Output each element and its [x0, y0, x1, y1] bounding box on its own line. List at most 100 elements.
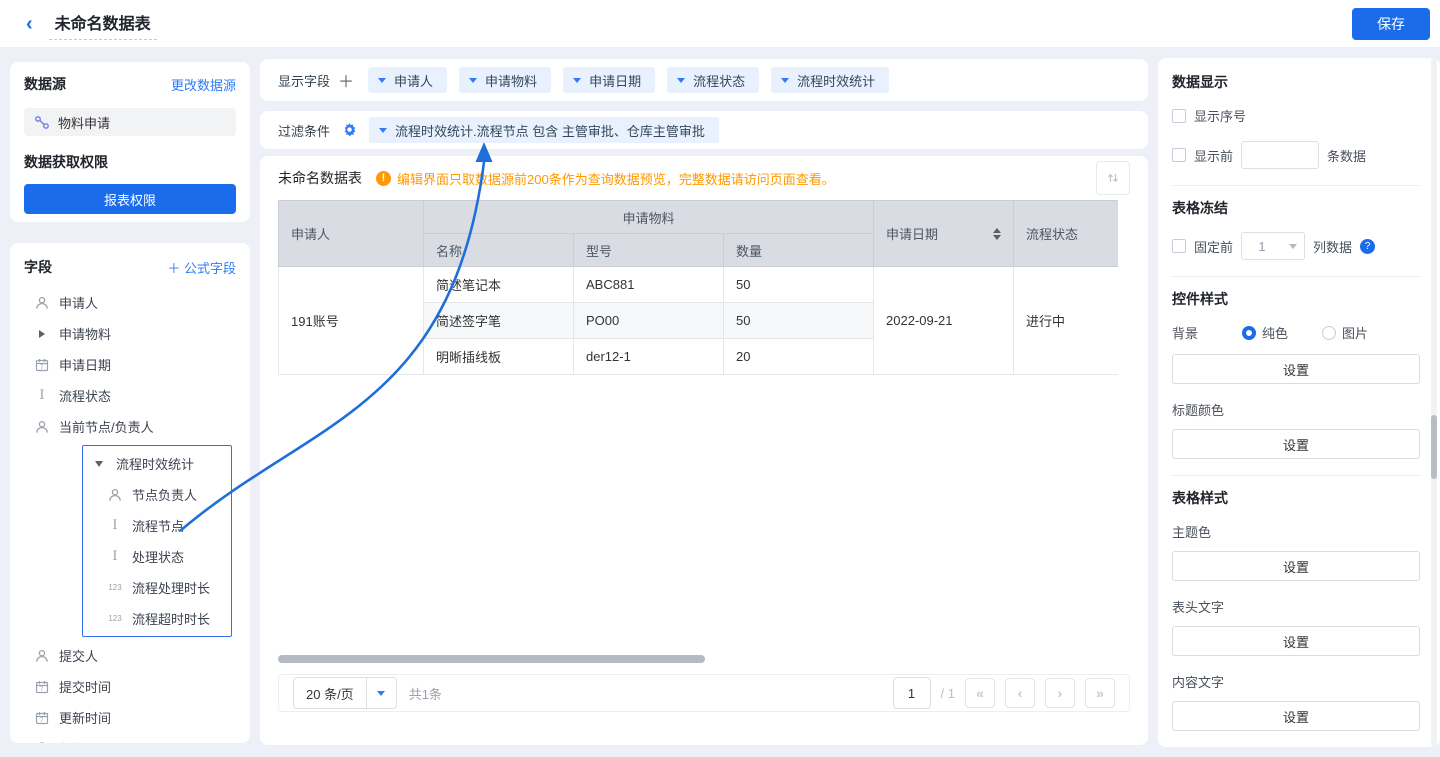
row-limit-input[interactable]	[1241, 141, 1319, 169]
chevron-down-icon[interactable]	[366, 678, 396, 708]
chevron-down-icon[interactable]	[1282, 244, 1304, 249]
page-number-input[interactable]	[893, 677, 931, 709]
col-header-name[interactable]: 名称	[424, 234, 574, 267]
title-color-set-button[interactable]: 设置	[1172, 429, 1420, 459]
field-item[interactable]: I 处理状态	[83, 541, 231, 572]
freeze-count-select[interactable]: 1	[1241, 232, 1305, 260]
chip-label: 申请物料	[485, 71, 537, 90]
cell-material-name: 简述签字笔	[424, 303, 574, 339]
cell-material-qty: 20	[724, 339, 874, 375]
table-row[interactable]: 191账号 简述笔记本 ABC881 50 2022-09-21 进行中	[279, 267, 1119, 303]
filter-condition-chip[interactable]: 流程时效统计.流程节点 包含 主管审批、仓库主管审批	[369, 117, 719, 143]
first-page-button[interactable]: «	[965, 678, 995, 708]
vertical-scrollbar[interactable]	[1431, 58, 1437, 747]
field-item[interactable]: 123 流程处理时长	[83, 572, 231, 603]
col-header-materials[interactable]: 申请物料	[424, 201, 874, 234]
field-item[interactable]: 7 提交时间	[24, 671, 236, 702]
table-panel: 未命名数据表 ! 编辑界面只取数据源前200条作为查询数据预览，完整数据请访问页…	[260, 156, 1148, 745]
header-text-set-button[interactable]: 设置	[1172, 626, 1420, 656]
field-item[interactable]: I 数据ID	[24, 733, 236, 743]
gear-icon[interactable]	[342, 123, 357, 138]
text-icon: I	[34, 388, 50, 403]
field-chip[interactable]: 流程时效统计	[771, 67, 889, 93]
field-label: 处理状态	[132, 547, 184, 566]
datasource-heading: 数据源	[24, 74, 66, 94]
chevron-down-icon[interactable]	[781, 78, 789, 83]
field-item[interactable]: 7 更新时间	[24, 702, 236, 733]
chevron-down-icon[interactable]	[677, 78, 685, 83]
data-display-heading: 数据显示	[1172, 72, 1420, 92]
cols-suffix-label: 列数据	[1313, 237, 1352, 256]
data-table[interactable]: 申请人 申请物料 申请日期 流程状态 名称 型号 数量 191账号	[278, 200, 1118, 375]
field-chip[interactable]: 流程状态	[667, 67, 759, 93]
last-page-button[interactable]: »	[1085, 678, 1115, 708]
datasource-item[interactable]: 物料申请	[24, 108, 236, 136]
cell-material-model: PO00	[574, 303, 724, 339]
col-header-qty[interactable]: 数量	[724, 234, 874, 267]
chevron-down-icon[interactable]	[379, 128, 387, 133]
theme-color-set-button[interactable]: 设置	[1172, 551, 1420, 581]
sort-toggle-icon[interactable]	[993, 228, 1001, 240]
solid-color-radio[interactable]	[1242, 326, 1256, 340]
background-set-button[interactable]: 设置	[1172, 354, 1420, 384]
chevron-down-icon[interactable]	[378, 78, 386, 83]
field-item[interactable]: 提交人	[24, 640, 236, 671]
widget-style-heading: 控件样式	[1172, 289, 1420, 309]
image-radio[interactable]	[1322, 326, 1336, 340]
horizontal-scrollbar[interactable]	[278, 655, 705, 663]
col-header-status[interactable]: 流程状态	[1014, 201, 1119, 267]
page-size-select[interactable]: 20 条/页	[293, 677, 397, 709]
help-icon[interactable]: ?	[1360, 239, 1375, 254]
change-datasource-link[interactable]: 更改数据源	[171, 75, 236, 94]
freeze-label: 固定前	[1194, 237, 1233, 256]
field-item[interactable]: 当前节点/负责人	[24, 411, 236, 442]
sort-order-button[interactable]	[1096, 161, 1130, 195]
filter-condition-text: 流程时效统计.流程节点 包含 主管审批、仓库主管审批	[395, 121, 705, 140]
field-item[interactable]: I 流程状态	[24, 380, 236, 411]
cell-material-model: ABC881	[574, 267, 724, 303]
content-text-set-button[interactable]: 设置	[1172, 701, 1420, 731]
show-first-checkbox[interactable]	[1172, 148, 1186, 162]
add-field-icon[interactable]: ＋	[338, 68, 354, 92]
col-header-applicant[interactable]: 申请人	[279, 201, 424, 267]
filter-bar: 过滤条件 流程时效统计.流程节点 包含 主管审批、仓库主管审批	[260, 111, 1148, 149]
col-header-model[interactable]: 型号	[574, 234, 724, 267]
next-page-button[interactable]: ›	[1045, 678, 1075, 708]
topbar: ‹ 未命名数据表 保存	[0, 0, 1440, 48]
field-group-header[interactable]: 流程时效统计	[83, 448, 231, 479]
page-title[interactable]: 未命名数据表	[49, 8, 157, 40]
report-permission-button[interactable]: 报表权限	[24, 184, 236, 214]
scrollbar-thumb[interactable]	[1431, 415, 1437, 479]
col-header-date[interactable]: 申请日期	[874, 201, 1014, 267]
freeze-heading: 表格冻结	[1172, 198, 1420, 218]
show-index-label: 显示序号	[1194, 106, 1246, 125]
field-item[interactable]: 节点负责人	[83, 479, 231, 510]
field-label: 申请人	[59, 293, 98, 312]
field-item[interactable]: 申请物料	[24, 318, 236, 349]
back-icon[interactable]: ‹	[26, 14, 33, 34]
field-item[interactable]: 申请人	[24, 287, 236, 318]
show-index-checkbox[interactable]	[1172, 109, 1186, 123]
field-chip[interactable]: 申请日期	[563, 67, 655, 93]
chip-label: 申请日期	[589, 71, 641, 90]
chevron-down-icon[interactable]	[573, 78, 581, 83]
field-item[interactable]: I 流程节点	[83, 510, 231, 541]
save-button[interactable]: 保存	[1352, 8, 1430, 40]
user-icon	[107, 488, 123, 502]
caret-right-icon[interactable]	[34, 330, 50, 338]
field-label: 当前节点/负责人	[59, 417, 154, 436]
field-item[interactable]: 7 申请日期	[24, 349, 236, 380]
field-chip[interactable]: 申请人	[368, 67, 447, 93]
field-chip[interactable]: 申请物料	[459, 67, 551, 93]
image-label: 图片	[1342, 323, 1368, 342]
solid-color-label: 纯色	[1262, 323, 1288, 342]
field-item[interactable]: 123 流程超时时长	[83, 603, 231, 634]
chevron-down-icon[interactable]	[469, 78, 477, 83]
freeze-checkbox[interactable]	[1172, 239, 1186, 253]
chip-label: 流程状态	[693, 71, 745, 90]
title-color-label: 标题颜色	[1172, 400, 1420, 419]
prev-page-button[interactable]: ‹	[1005, 678, 1035, 708]
caret-down-icon[interactable]	[91, 461, 107, 467]
formula-field-link[interactable]: ＋ 公式字段	[167, 258, 236, 277]
col-header-date-label: 申请日期	[886, 224, 938, 243]
